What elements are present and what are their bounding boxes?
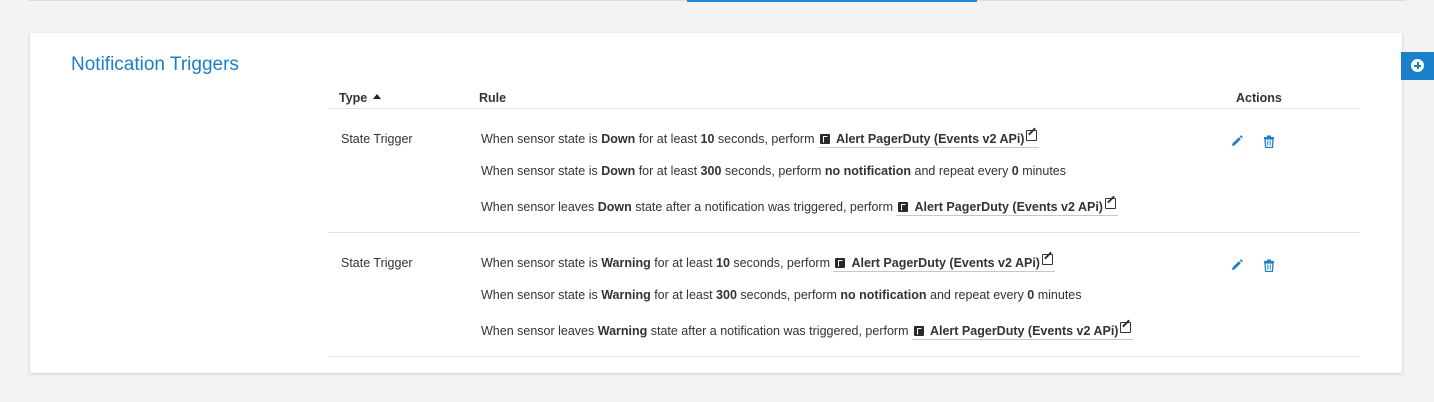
- rule-text: minutes: [1034, 288, 1082, 302]
- trigger-type: State Trigger: [341, 256, 413, 270]
- rule-state: Down: [601, 132, 636, 146]
- rule-text: for at least: [635, 132, 701, 146]
- column-header-rule: Rule: [479, 91, 507, 105]
- rule-text: When sensor leaves: [481, 324, 598, 338]
- edit-square-icon[interactable]: [1104, 198, 1116, 209]
- rule-line: When sensor state is Warning for at leas…: [481, 288, 1082, 302]
- column-header-type-label: Type: [339, 91, 368, 105]
- trash-icon[interactable]: [1263, 259, 1275, 272]
- rule-state: Down: [601, 164, 636, 178]
- active-tab-indicator: [687, 0, 977, 2]
- rule-text: for at least: [650, 288, 717, 302]
- rule-state: Warning: [601, 288, 651, 302]
- pagerduty-icon: [819, 134, 830, 144]
- plus-circle-icon: [1411, 59, 1424, 72]
- rule-state: Warning: [601, 256, 651, 270]
- pagerduty-icon: [913, 326, 924, 336]
- rule-line: When sensor leaves Down state after a no…: [481, 198, 1118, 216]
- rule-text: for at least: [635, 164, 701, 178]
- table-row: State Trigger When sensor state is Warni…: [328, 233, 1360, 357]
- edit-square-icon[interactable]: [1041, 254, 1053, 265]
- rule-state: Warning: [597, 324, 648, 338]
- rule-seconds: 300: [716, 288, 737, 302]
- no-notification-label: no notification: [840, 288, 927, 302]
- notification-name: Alert PagerDuty (Events v2 APi): [835, 132, 1025, 146]
- rule-text: state after a notification was triggered…: [631, 200, 897, 214]
- rule-text: When sensor state is: [481, 164, 602, 178]
- rule-text: minutes: [1018, 164, 1066, 178]
- notification-name: Alert PagerDuty (Events v2 APi): [914, 200, 1103, 214]
- rule-line: When sensor state is Down for at least 3…: [481, 164, 1066, 178]
- notification-link[interactable]: Alert PagerDuty (Events v2 APi): [817, 130, 1040, 148]
- rule-seconds: 300: [700, 164, 722, 178]
- column-header-type[interactable]: Type: [339, 91, 382, 105]
- pencil-icon[interactable]: [1230, 259, 1243, 272]
- table-header: Type Rule Actions: [328, 84, 1360, 109]
- notification-name: Alert PagerDuty (Events v2 APi): [929, 324, 1119, 338]
- pagerduty-icon: [898, 202, 909, 212]
- panel-title: Notification Triggers: [71, 54, 239, 75]
- rule-text: When sensor state is: [481, 288, 602, 302]
- rule-text: and repeat every: [911, 164, 1012, 178]
- rule-text: and repeat every: [926, 288, 1028, 302]
- notification-triggers-panel: Notification Triggers Type Rule Actions …: [30, 33, 1402, 373]
- rule-state: Down: [597, 200, 632, 214]
- trigger-type: State Trigger: [341, 132, 413, 146]
- add-trigger-button[interactable]: [1401, 52, 1434, 80]
- rule-seconds: 10: [700, 132, 715, 146]
- rule-line: When sensor state is Warning for at leas…: [481, 254, 1055, 272]
- rule-text: seconds, perform: [736, 288, 841, 302]
- rule-text: seconds, perform: [729, 256, 834, 270]
- rule-text: state after a notification was triggered…: [647, 324, 912, 338]
- rule-text: seconds, perform: [714, 132, 818, 146]
- edit-square-icon[interactable]: [1120, 322, 1132, 333]
- table-row: State Trigger When sensor state is Down …: [328, 109, 1360, 233]
- repeat-minutes: 0: [1011, 164, 1019, 178]
- pencil-icon[interactable]: [1230, 135, 1243, 148]
- notification-link[interactable]: Alert PagerDuty (Events v2 APi): [896, 198, 1118, 216]
- rule-text: seconds, perform: [721, 164, 825, 178]
- column-header-actions: Actions: [1236, 91, 1282, 105]
- notification-link[interactable]: Alert PagerDuty (Events v2 APi): [911, 322, 1134, 340]
- pagerduty-icon: [835, 258, 846, 268]
- notification-link[interactable]: Alert PagerDuty (Events v2 APi): [833, 254, 1055, 272]
- edit-square-icon[interactable]: [1026, 130, 1038, 141]
- rule-line: When sensor state is Down for at least 1…: [481, 130, 1040, 148]
- rule-text: When sensor leaves: [481, 200, 598, 214]
- triggers-table: Type Rule Actions State Trigger When sen…: [328, 84, 1360, 357]
- sort-up-icon: [373, 94, 382, 99]
- rule-line: When sensor leaves Warning state after a…: [481, 322, 1134, 340]
- rule-text: When sensor state is: [481, 256, 602, 270]
- no-notification-label: no notification: [824, 164, 912, 178]
- rule-text: for at least: [650, 256, 717, 270]
- rule-seconds: 10: [716, 256, 730, 270]
- trash-icon[interactable]: [1263, 135, 1275, 148]
- notification-name: Alert PagerDuty (Events v2 APi): [851, 256, 1040, 270]
- rule-text: When sensor state is: [481, 132, 602, 146]
